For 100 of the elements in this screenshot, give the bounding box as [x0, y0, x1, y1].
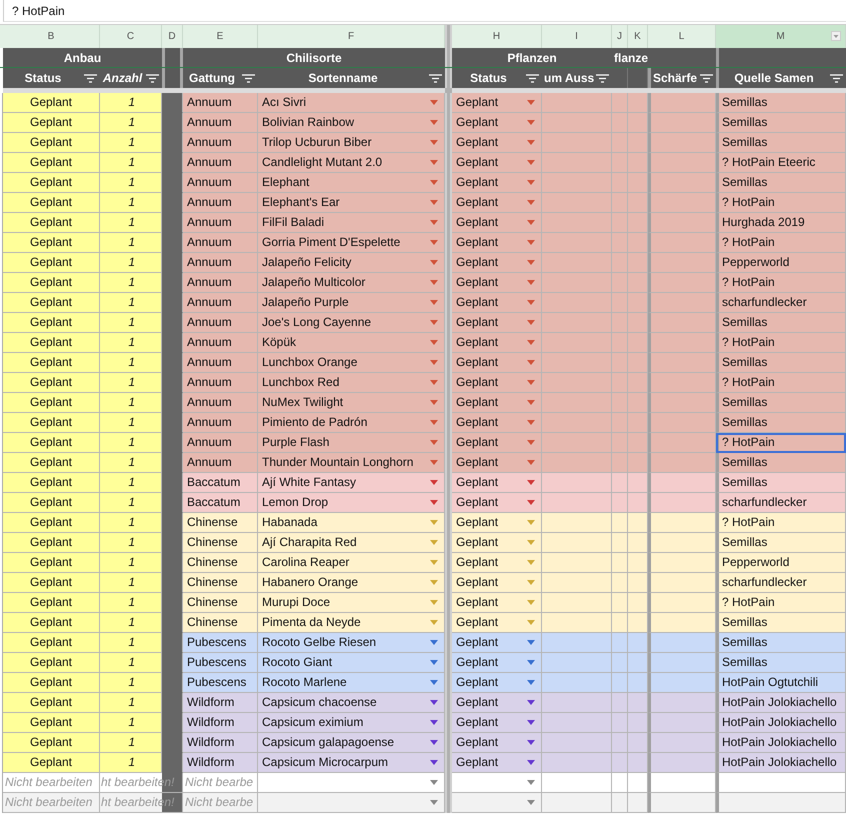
dropdown-cell[interactable]: Geplant [452, 133, 542, 153]
table-cell[interactable]: Semillas [716, 133, 846, 153]
dropdown-cell[interactable] [452, 773, 542, 793]
dropdown-cell[interactable]: Geplant [452, 173, 542, 193]
dropdown-cell[interactable]: Trilop Ucburun Biber [258, 133, 445, 153]
dropdown-cell[interactable]: Geplant [452, 493, 542, 513]
dropdown-cell[interactable]: Ají Charapita Red [258, 533, 445, 553]
dropdown-cell[interactable]: Geplant [452, 433, 542, 453]
dropdown-cell[interactable]: Carolina Reaper [258, 553, 445, 573]
table-cell[interactable]: ? HotPain [716, 193, 846, 213]
filter-button[interactable] [699, 72, 714, 84]
table-cell[interactable]: HotPain Jolokiachello [716, 693, 846, 713]
dropdown-cell[interactable]: Geplant [452, 573, 542, 593]
table-cell[interactable]: Semillas [716, 173, 846, 193]
dropdown-cell[interactable]: Geplant [452, 233, 542, 253]
dropdown-cell[interactable]: Habanero Orange [258, 573, 445, 593]
filter-button[interactable] [595, 72, 610, 84]
table-cell[interactable]: Semillas [716, 473, 846, 493]
column-letter[interactable]: M [716, 25, 846, 48]
dropdown-cell[interactable]: Lunchbox Red [258, 373, 445, 393]
dropdown-cell[interactable]: Lemon Drop [258, 493, 445, 513]
dropdown-cell[interactable]: Geplant [452, 333, 542, 353]
table-cell[interactable]: Semillas [716, 453, 846, 473]
table-cell[interactable]: Semillas [716, 653, 846, 673]
dropdown-cell[interactable]: Capsicum eximium [258, 713, 445, 733]
table-cell[interactable]: Semillas [716, 313, 846, 333]
dropdown-cell[interactable]: Elephant's Ear [258, 193, 445, 213]
dropdown-cell[interactable]: Acı Sivri [258, 93, 445, 113]
table-cell[interactable]: Pepperworld [716, 553, 846, 573]
dropdown-cell[interactable]: Jalapeño Purple [258, 293, 445, 313]
table-cell[interactable]: ? HotPain [716, 233, 846, 253]
dropdown-cell[interactable]: Geplant [452, 313, 542, 333]
dropdown-cell[interactable]: Geplant [452, 453, 542, 473]
dropdown-cell[interactable]: Thunder Mountain Longhorn [258, 453, 445, 473]
formula-bar[interactable]: ? HotPain [3, 0, 846, 22]
dropdown-cell[interactable]: Geplant [452, 613, 542, 633]
dropdown-cell[interactable]: Elephant [258, 173, 445, 193]
table-cell[interactable]: Semillas [716, 93, 846, 113]
table-cell[interactable]: Semillas [716, 393, 846, 413]
dropdown-cell[interactable]: Geplant [452, 273, 542, 293]
table-cell[interactable]: ? HotPain [716, 513, 846, 533]
table-cell[interactable]: ? HotPain [716, 593, 846, 613]
dropdown-cell[interactable]: Bolivian Rainbow [258, 113, 445, 133]
dropdown-cell[interactable]: Geplant [452, 393, 542, 413]
dropdown-cell[interactable]: Pimiento de Padrón [258, 413, 445, 433]
dropdown-cell[interactable]: Gorria Piment D'Espelette [258, 233, 445, 253]
table-cell[interactable]: Semillas [716, 633, 846, 653]
table-cell[interactable]: Hurghada 2019 [716, 213, 846, 233]
dropdown-cell[interactable]: Geplant [452, 713, 542, 733]
table-cell[interactable]: ? HotPain [716, 273, 846, 293]
dropdown-cell[interactable]: Geplant [452, 353, 542, 373]
filter-button[interactable] [241, 72, 256, 84]
dropdown-cell[interactable] [258, 773, 445, 793]
dropdown-cell[interactable]: Murupi Doce [258, 593, 445, 613]
table-cell[interactable]: Semillas [716, 613, 846, 633]
table-cell[interactable]: Semillas [716, 413, 846, 433]
dropdown-cell[interactable]: Pimenta da Neyde [258, 613, 445, 633]
dropdown-cell[interactable]: Geplant [452, 533, 542, 553]
dropdown-cell[interactable]: FilFil Baladi [258, 213, 445, 233]
filter-button[interactable] [83, 72, 98, 84]
table-cell[interactable]: HotPain Ogtutchili [716, 673, 846, 693]
dropdown-cell[interactable]: Capsicum chacoense [258, 693, 445, 713]
table-cell[interactable]: ? HotPain [716, 333, 846, 353]
dropdown-cell[interactable]: Lunchbox Orange [258, 353, 445, 373]
dropdown-cell[interactable]: Geplant [452, 553, 542, 573]
dropdown-cell[interactable]: Geplant [452, 733, 542, 753]
dropdown-cell[interactable]: Geplant [452, 513, 542, 533]
table-cell[interactable]: HotPain Jolokiachello [716, 713, 846, 733]
filter-button[interactable] [428, 72, 443, 84]
dropdown-cell[interactable]: Geplant [452, 113, 542, 133]
filter-button[interactable] [829, 72, 844, 84]
dropdown-cell[interactable]: Geplant [452, 373, 542, 393]
dropdown-cell[interactable]: Geplant [452, 413, 542, 433]
dropdown-cell[interactable]: Geplant [452, 753, 542, 773]
dropdown-cell[interactable]: Geplant [452, 673, 542, 693]
table-cell[interactable]: ? HotPain [716, 373, 846, 393]
dropdown-cell[interactable]: Jalapeño Multicolor [258, 273, 445, 293]
table-cell[interactable]: HotPain Jolokiachello [716, 733, 846, 753]
table-cell[interactable]: scharfundlecker [716, 293, 846, 313]
dropdown-cell[interactable]: Capsicum galapagoense [258, 733, 445, 753]
dropdown-cell[interactable]: Geplant [452, 153, 542, 173]
table-cell[interactable]: scharfundlecker [716, 493, 846, 513]
dropdown-cell[interactable]: Geplant [452, 193, 542, 213]
dropdown-cell[interactable]: Ají White Fantasy [258, 473, 445, 493]
dropdown-cell[interactable]: Geplant [452, 633, 542, 653]
dropdown-cell[interactable] [258, 793, 445, 813]
table-cell[interactable]: ? HotPain Eteeric [716, 153, 846, 173]
table-cell[interactable]: ? HotPain [716, 433, 846, 453]
table-cell[interactable]: HotPain Jolokiachello [716, 753, 846, 773]
dropdown-cell[interactable]: Purple Flash [258, 433, 445, 453]
table-cell[interactable]: Semillas [716, 353, 846, 373]
table-cell[interactable]: scharfundlecker [716, 573, 846, 593]
dropdown-cell[interactable]: Rocoto Gelbe Riesen [258, 633, 445, 653]
dropdown-cell[interactable]: Habanada [258, 513, 445, 533]
dropdown-cell[interactable]: Köpük [258, 333, 445, 353]
dropdown-cell[interactable]: Candlelight Mutant 2.0 [258, 153, 445, 173]
dropdown-cell[interactable]: Geplant [452, 473, 542, 493]
dropdown-cell[interactable]: Geplant [452, 293, 542, 313]
dropdown-cell[interactable]: Rocoto Giant [258, 653, 445, 673]
dropdown-cell[interactable]: Geplant [452, 93, 542, 113]
